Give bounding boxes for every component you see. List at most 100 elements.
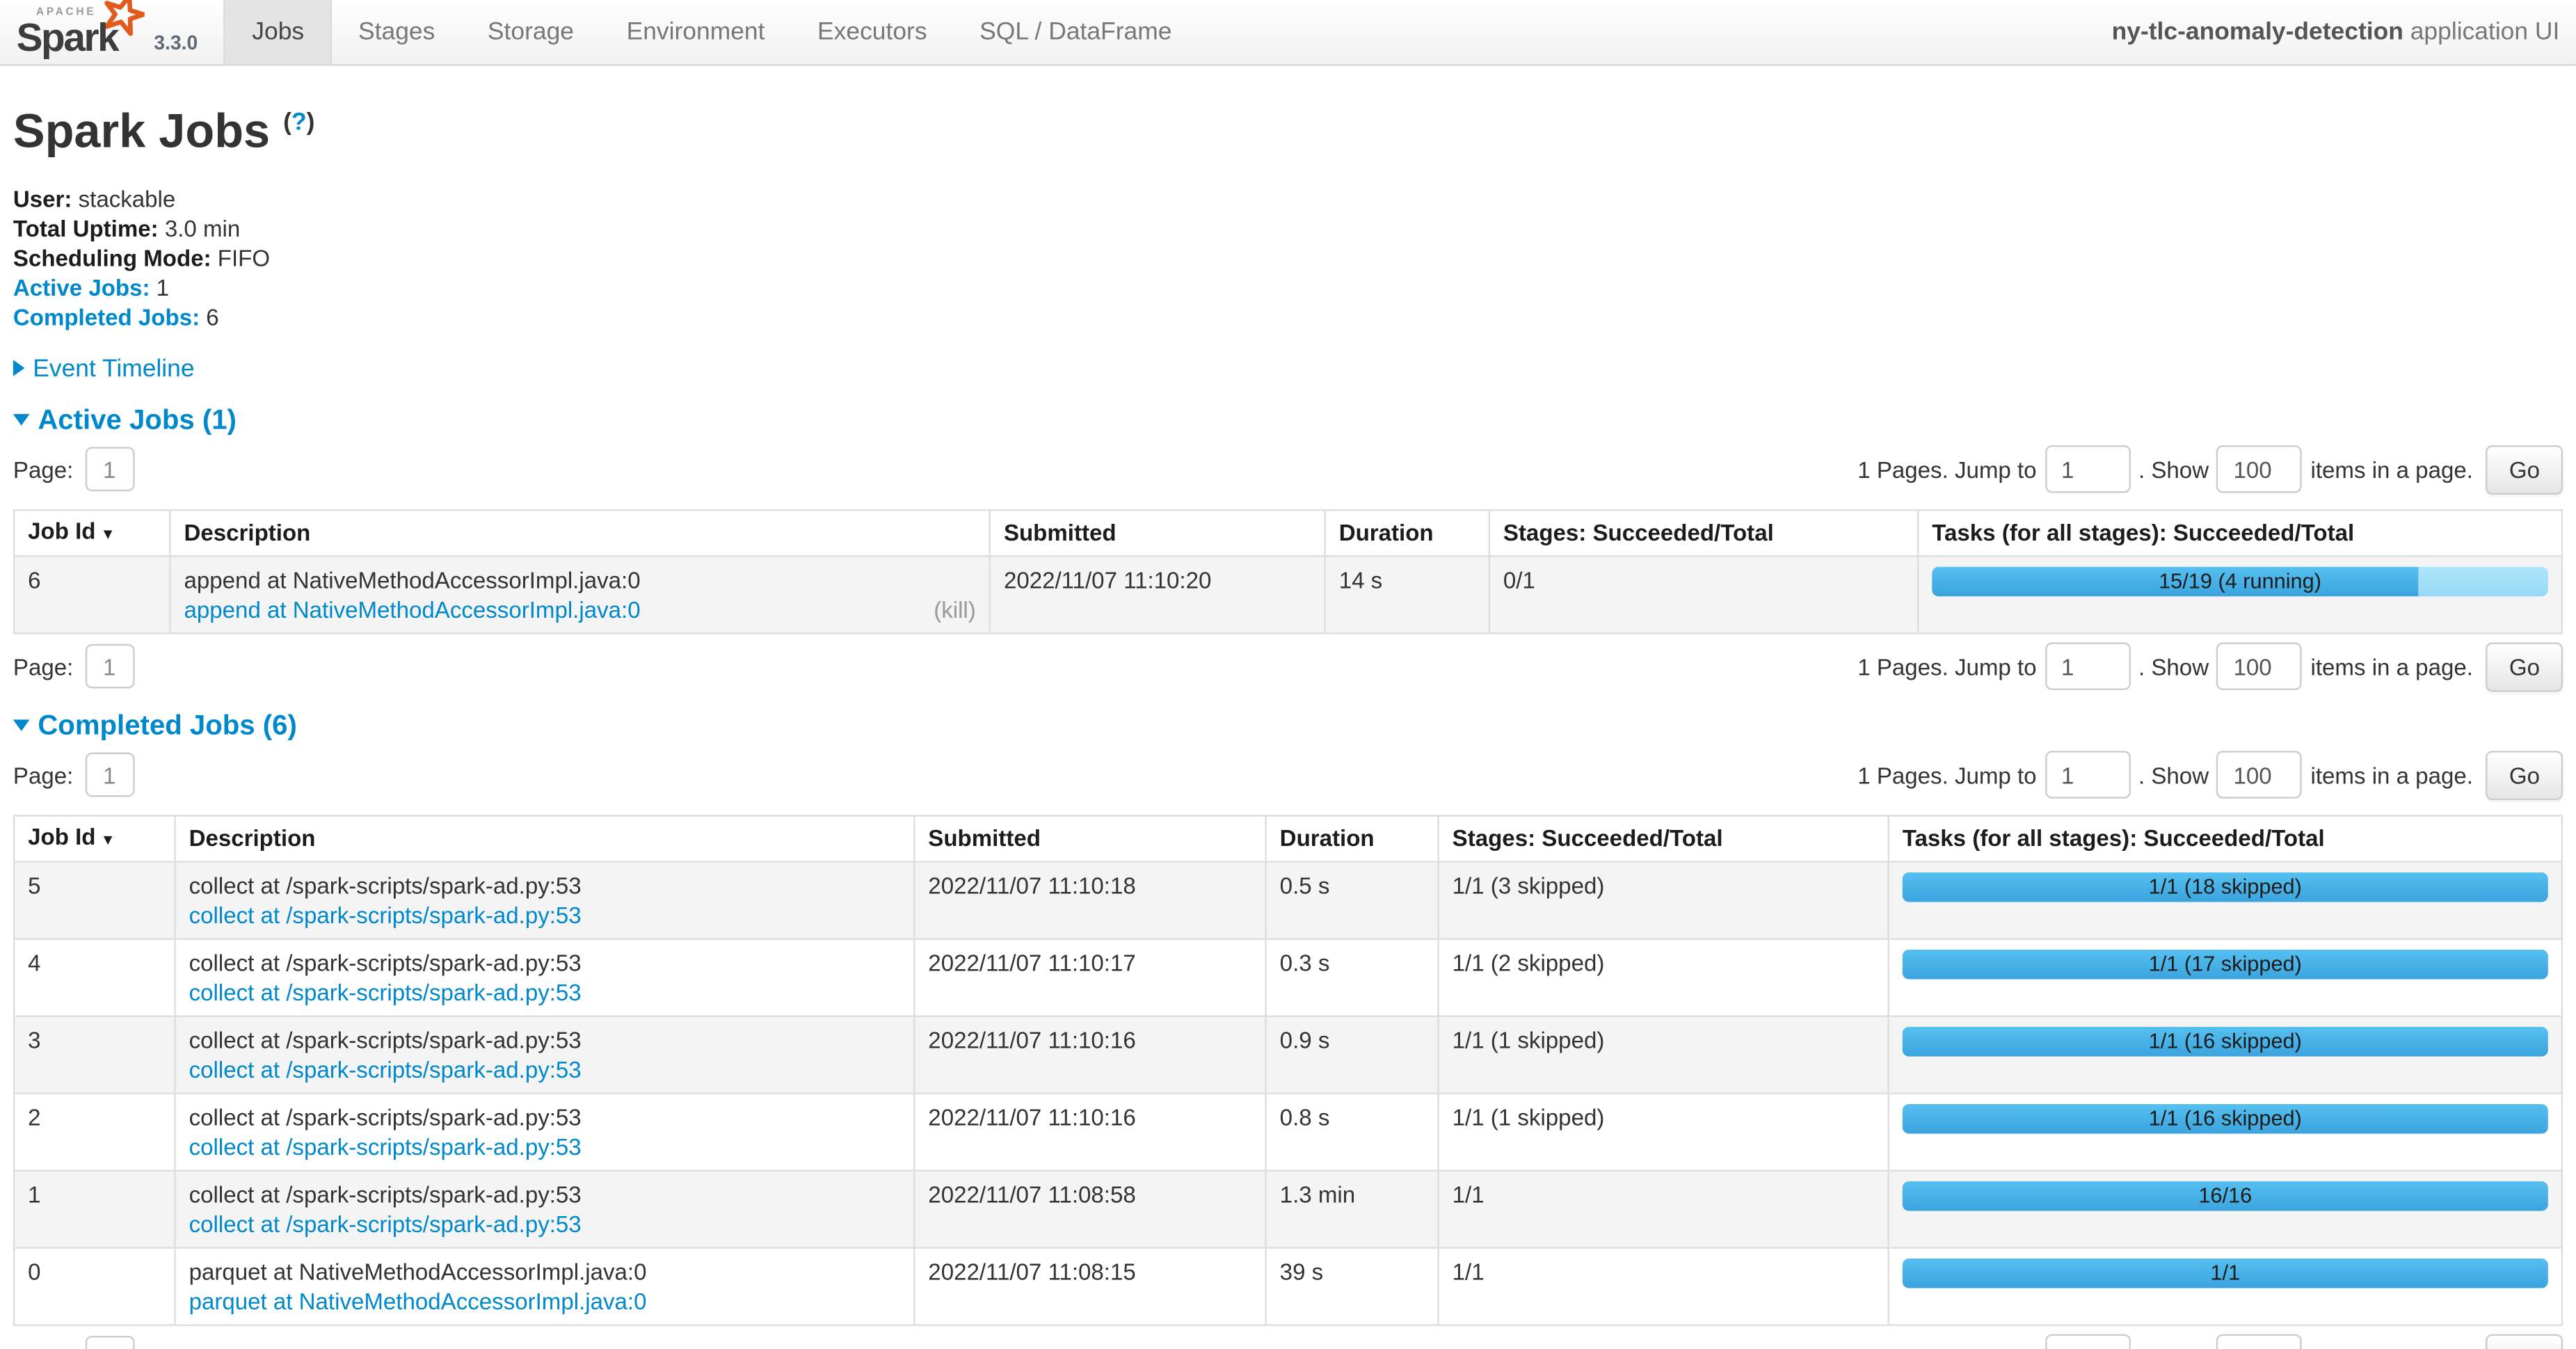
summary-uptime: Total Uptime: 3.0 min (13, 213, 2563, 243)
page-size-input[interactable] (2217, 1334, 2303, 1349)
job-id-cell: 1 (14, 1170, 175, 1247)
column-job-id[interactable]: Job Id▼ (14, 815, 175, 861)
column-description[interactable]: Description (175, 815, 915, 861)
tab-sql-dataframe[interactable]: SQL / DataFrame (953, 0, 1198, 64)
column-stages[interactable]: Stages: Succeeded/Total (1439, 815, 1889, 861)
duration-cell: 0.5 s (1266, 861, 1439, 939)
go-button[interactable]: Go (2486, 750, 2563, 799)
completed-jobs-link[interactable]: Completed Jobs: (13, 303, 200, 330)
description-link[interactable]: parquet at NativeMethodAccessorImpl.java… (189, 1288, 647, 1314)
column-job-id[interactable]: Job Id▼ (14, 509, 170, 555)
event-timeline-toggle[interactable]: Event Timeline (13, 354, 2563, 384)
pages-count-label: 1 Pages. Jump to (1857, 762, 2036, 788)
stages-cell: 1/1 (1439, 1170, 1889, 1247)
tab-executors[interactable]: Executors (791, 0, 953, 64)
tasks-progress-bar: 1/1 (16 skipped) (1903, 1103, 2548, 1133)
job-id-cell: 5 (14, 861, 175, 939)
submitted-cell: 2022/11/07 11:10:18 (914, 861, 1265, 939)
show-label: . Show (2138, 762, 2209, 788)
tab-environment[interactable]: Environment (600, 0, 791, 64)
pagination-controls: 1 Pages. Jump to . Show items in a page.… (1857, 445, 2563, 494)
page-selector: Page: (13, 753, 134, 797)
tab-storage[interactable]: Storage (461, 0, 600, 64)
sort-desc-icon: ▼ (101, 525, 115, 542)
tasks-progress-bar: 1/1 (1903, 1258, 2548, 1288)
page-title: Spark Jobs (?) (13, 95, 2563, 161)
table-row: 2 collect at /spark-scripts/spark-ad.py:… (14, 1093, 2562, 1170)
active-jobs-table: Job Id▼ Description Submitted Duration S… (13, 509, 2563, 633)
page-input[interactable] (85, 1336, 134, 1349)
page-size-input[interactable] (2217, 445, 2303, 493)
description-link[interactable]: collect at /spark-scripts/spark-ad.py:53 (189, 979, 582, 1005)
tab-stages[interactable]: Stages (332, 0, 461, 64)
tasks-progress-bar: 15/19 (4 running) (1932, 566, 2548, 596)
page-input[interactable] (85, 447, 134, 492)
navbar: APACHE Spark 3.3.0 Jobs Stages Storage E… (0, 0, 2576, 65)
table-row: 1 collect at /spark-scripts/spark-ad.py:… (14, 1170, 2562, 1247)
progress-label: 1/1 (1903, 1258, 2548, 1288)
jump-to-input[interactable] (2045, 751, 2130, 799)
column-submitted[interactable]: Submitted (914, 815, 1265, 861)
page-size-input[interactable] (2217, 751, 2303, 799)
pagination-row: Page: 1 Pages. Jump to . Show items in a… (13, 1332, 2563, 1349)
active-jobs-heading[interactable]: Active Jobs (1) (13, 404, 2563, 436)
go-button[interactable]: Go (2486, 445, 2563, 494)
pagination-controls: 1 Pages. Jump to . Show items in a page.… (1857, 750, 2563, 799)
description-link[interactable]: collect at /spark-scripts/spark-ad.py:53 (189, 1056, 582, 1083)
go-button[interactable]: Go (2486, 642, 2563, 692)
pages-count-label: 1 Pages. Jump to (1857, 1345, 2036, 1349)
column-duration[interactable]: Duration (1266, 815, 1439, 861)
submitted-cell: 2022/11/07 11:10:16 (914, 1016, 1265, 1093)
stages-cell: 1/1 (1 skipped) (1439, 1016, 1889, 1093)
jump-to-input[interactable] (2045, 445, 2130, 493)
duration-cell: 0.8 s (1266, 1093, 1439, 1170)
summary-list: User: stackable Total Uptime: 3.0 min Sc… (13, 184, 2563, 332)
description-link[interactable]: collect at /spark-scripts/spark-ad.py:53 (189, 902, 582, 928)
tasks-cell: 15/19 (4 running) (1918, 556, 2562, 633)
pagination-controls: 1 Pages. Jump to . Show items in a page.… (1857, 642, 2563, 692)
tab-jobs[interactable]: Jobs (224, 0, 332, 64)
pagination-controls: 1 Pages. Jump to . Show items in a page.… (1857, 1334, 2563, 1349)
show-label: . Show (2138, 1345, 2209, 1349)
pagination-row: Page: 1 Pages. Jump to . Show items in a… (13, 749, 2563, 801)
summary-completed-jobs: Completed Jobs: 6 (13, 302, 2563, 332)
kill-link[interactable]: (kill) (934, 594, 976, 624)
summary-user: User: stackable (13, 184, 2563, 214)
column-description[interactable]: Description (170, 509, 989, 555)
sort-desc-icon: ▼ (101, 831, 115, 847)
page-size-input[interactable] (2217, 643, 2303, 690)
description-text: collect at /spark-scripts/spark-ad.py:53 (189, 1179, 901, 1209)
tasks-progress-bar: 1/1 (18 skipped) (1903, 872, 2548, 902)
column-tasks[interactable]: Tasks (for all stages): Succeeded/Total (1918, 509, 2562, 555)
description-link[interactable]: collect at /spark-scripts/spark-ad.py:53 (189, 1211, 582, 1237)
page-input[interactable] (85, 753, 134, 797)
tasks-cell: 1/1 (17 skipped) (1889, 939, 2562, 1016)
collapse-arrow-icon (13, 719, 30, 731)
stages-cell: 1/1 (2 skipped) (1439, 939, 1889, 1016)
stages-cell: 1/1 (1 skipped) (1439, 1093, 1889, 1170)
go-button[interactable]: Go (2486, 1334, 2563, 1349)
jump-to-input[interactable] (2045, 643, 2130, 690)
description-cell: collect at /spark-scripts/spark-ad.py:53… (175, 939, 915, 1016)
column-stages[interactable]: Stages: Succeeded/Total (1489, 509, 1918, 555)
job-id-cell: 0 (14, 1247, 175, 1325)
column-tasks[interactable]: Tasks (for all stages): Succeeded/Total (1889, 815, 2562, 861)
duration-cell: 14 s (1325, 556, 1489, 633)
submitted-cell: 2022/11/07 11:10:20 (990, 556, 1325, 633)
page-input[interactable] (85, 644, 134, 689)
completed-jobs-heading[interactable]: Completed Jobs (6) (13, 709, 2563, 742)
table-row: 3 collect at /spark-scripts/spark-ad.py:… (14, 1016, 2562, 1093)
tasks-cell: 16/16 (1889, 1170, 2562, 1247)
description-link[interactable]: append at NativeMethodAccessorImpl.java:… (184, 596, 640, 622)
items-label: items in a page. (2311, 1345, 2473, 1349)
column-duration[interactable]: Duration (1325, 509, 1489, 555)
active-jobs-link[interactable]: Active Jobs: (13, 274, 150, 301)
pagination-row: Page: 1 Pages. Jump to . Show items in a… (13, 640, 2563, 693)
duration-cell: 0.3 s (1266, 939, 1439, 1016)
help-link[interactable]: (?) (283, 109, 314, 136)
table-row: 0 parquet at NativeMethodAccessorImpl.ja… (14, 1247, 2562, 1325)
jump-to-input[interactable] (2045, 1334, 2130, 1349)
description-link[interactable]: collect at /spark-scripts/spark-ad.py:53 (189, 1133, 582, 1160)
job-id-cell: 3 (14, 1016, 175, 1093)
column-submitted[interactable]: Submitted (990, 509, 1325, 555)
